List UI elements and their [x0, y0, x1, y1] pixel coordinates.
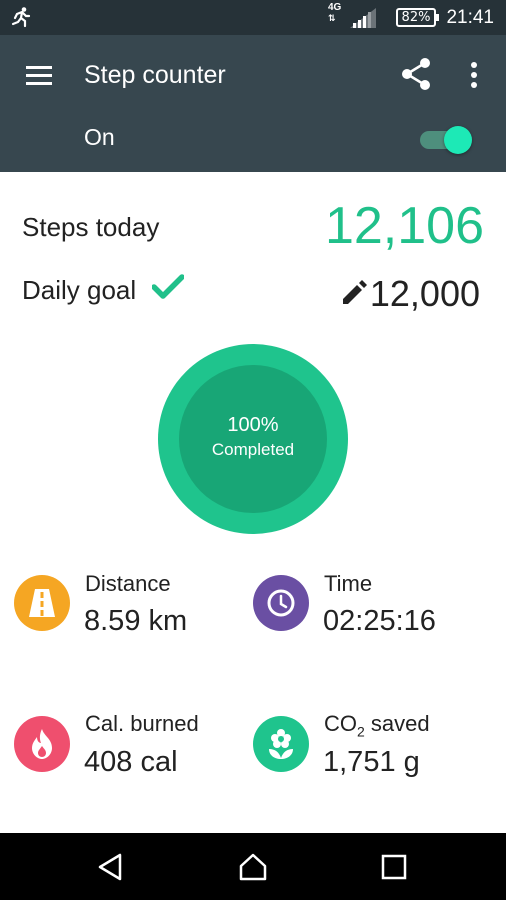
- calories-value: 408 cal: [84, 746, 178, 778]
- distance-label: Distance: [85, 571, 171, 596]
- steps-today-value: 12,106: [324, 197, 484, 255]
- status-bar: 4G ⇅ 82% 21:41: [0, 0, 506, 35]
- home-icon[interactable]: [237, 851, 269, 883]
- goal-progress-inner: 100% Completed: [179, 365, 327, 513]
- edit-goal-icon[interactable]: [340, 279, 368, 307]
- back-icon[interactable]: [96, 851, 128, 883]
- co2-label-rest: saved: [364, 711, 430, 736]
- page-title: Step counter: [84, 61, 226, 89]
- share-icon[interactable]: [400, 57, 432, 91]
- flame-icon: [32, 729, 52, 759]
- time-value: 02:25:16: [323, 605, 436, 637]
- co2-label-subscript: 2: [357, 723, 365, 740]
- daily-goal-value[interactable]: 12,000: [370, 272, 480, 316]
- menu-icon[interactable]: [24, 63, 54, 87]
- toggle-thumb: [444, 126, 472, 154]
- distance-icon-circle: [14, 575, 70, 631]
- signal-icon: [350, 8, 376, 28]
- co2-icon-circle: [253, 716, 309, 772]
- goal-progress-circle: 100% Completed: [158, 344, 348, 534]
- checkmark-icon: [152, 274, 184, 299]
- distance-value: 8.59 km: [84, 605, 188, 637]
- step-counter-notification-icon: [11, 7, 31, 28]
- road-icon: [29, 589, 55, 617]
- flower-icon: [269, 729, 293, 759]
- recents-icon[interactable]: [378, 851, 410, 883]
- time-label: Time: [324, 571, 373, 596]
- progress-status: Completed: [211, 440, 295, 459]
- network-type: 4G ⇅: [328, 2, 342, 24]
- more-options-icon[interactable]: [466, 61, 482, 89]
- toggle-label: On: [84, 124, 115, 150]
- progress-percent: 100%: [227, 414, 279, 436]
- calories-icon-circle: [14, 716, 70, 772]
- co2-label-main: CO: [324, 711, 357, 736]
- calories-label: Cal. burned: [85, 711, 199, 736]
- system-nav-bar: [0, 833, 506, 900]
- battery-indicator: 82%: [396, 8, 439, 27]
- time-icon-circle: [253, 575, 309, 631]
- status-time: 21:41: [446, 7, 494, 28]
- clock-icon: [267, 589, 295, 617]
- co2-value: 1,751 g: [323, 746, 420, 778]
- co2-label: CO2 saved: [324, 710, 430, 745]
- step-counter-toggle[interactable]: [420, 125, 476, 154]
- daily-goal-label: Daily goal: [22, 275, 137, 305]
- steps-today-label: Steps today: [22, 212, 160, 242]
- app-bar: Step counter On: [0, 35, 506, 172]
